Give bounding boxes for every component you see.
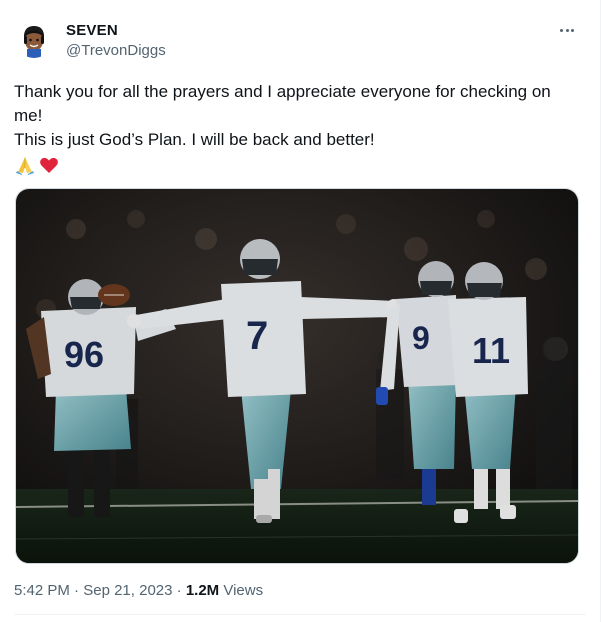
avatar-cartoon-icon (16, 22, 52, 58)
tweet-line: Thank you for all the prayers and I appr… (14, 82, 551, 125)
tweet-text: Thank you for all the prayers and I appr… (14, 80, 574, 176)
tweet-card: SEVEN @TrevonDiggs Thank you for all the… (0, 0, 601, 622)
more-options-icon[interactable] (556, 20, 578, 40)
tweet-date[interactable]: Sep 21, 2023 (83, 582, 172, 599)
tweet-photo[interactable]: 96 7 9 11 (15, 188, 579, 564)
football-players-photo: 96 7 9 11 (16, 189, 578, 563)
views-count: 1.2M (185, 582, 220, 599)
display-name[interactable]: SEVEN (66, 22, 118, 39)
red-heart-icon (40, 157, 58, 173)
divider (14, 614, 586, 615)
tweet-meta: 5:42 PM · Sep 21, 2023 · 1.2M Views (14, 582, 263, 599)
meta-separator: · (176, 582, 182, 599)
tweet-time[interactable]: 5:42 PM (14, 582, 70, 599)
avatar[interactable] (16, 22, 52, 58)
meta-separator: · (74, 582, 80, 599)
emoji-row (14, 154, 574, 176)
views-label: Views (223, 582, 264, 599)
user-handle[interactable]: @TrevonDiggs (66, 42, 166, 59)
tweet-line: This is just God’s Plan. I will be back … (14, 130, 375, 149)
praying-hands-icon (16, 157, 34, 175)
